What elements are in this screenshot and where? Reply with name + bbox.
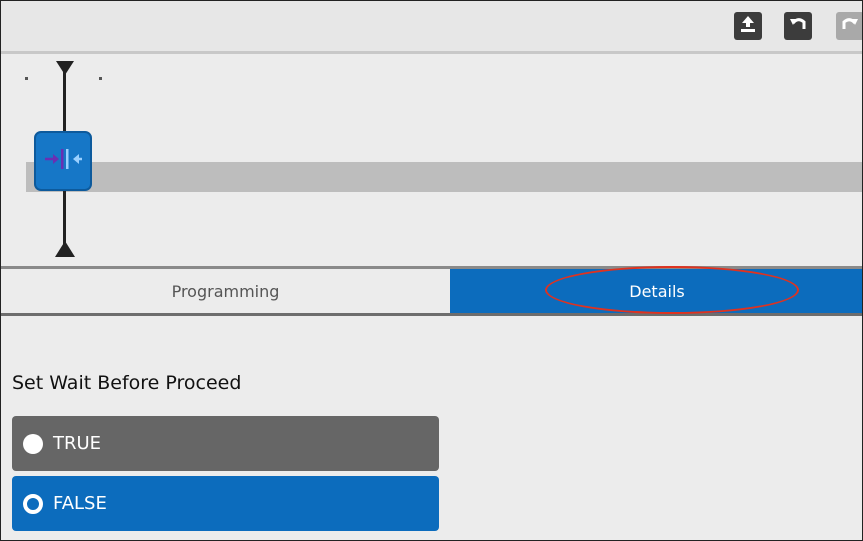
- option-true[interactable]: TRUE: [12, 416, 439, 471]
- option-label: TRUE: [53, 433, 102, 454]
- redo-button[interactable]: [836, 12, 862, 40]
- tab-bar: Programming Details: [1, 266, 862, 316]
- undo-button[interactable]: [784, 12, 812, 40]
- playhead-top-marker[interactable]: [56, 61, 74, 75]
- app-frame: Programming Details Set Wait Before Proc…: [0, 0, 863, 541]
- tab-programming[interactable]: Programming: [1, 269, 450, 313]
- tab-label: Details: [629, 282, 685, 301]
- option-false[interactable]: FALSE: [12, 476, 439, 531]
- upload-icon: [738, 14, 758, 38]
- details-panel: Set Wait Before Proceed TRUE FALSE: [1, 316, 862, 540]
- merge-arrows-icon: [41, 144, 85, 178]
- tab-label: Programming: [171, 282, 280, 301]
- timeline-node-block[interactable]: [34, 131, 92, 191]
- undo-icon: [788, 14, 808, 38]
- toolbar: [1, 1, 862, 54]
- timeline-tick: [99, 77, 102, 80]
- tab-details[interactable]: Details: [450, 266, 862, 314]
- radio-selected-icon: [23, 493, 43, 514]
- timeline-tick: [25, 77, 28, 80]
- timeline-area[interactable]: [1, 54, 862, 266]
- upload-button[interactable]: [734, 12, 762, 40]
- timeline-track[interactable]: [26, 162, 862, 192]
- option-label: FALSE: [53, 493, 107, 514]
- setting-label: Set Wait Before Proceed: [12, 372, 242, 394]
- redo-icon: [840, 14, 860, 38]
- playhead-bottom-marker[interactable]: [55, 241, 75, 257]
- radio-unselected-icon: [23, 433, 43, 454]
